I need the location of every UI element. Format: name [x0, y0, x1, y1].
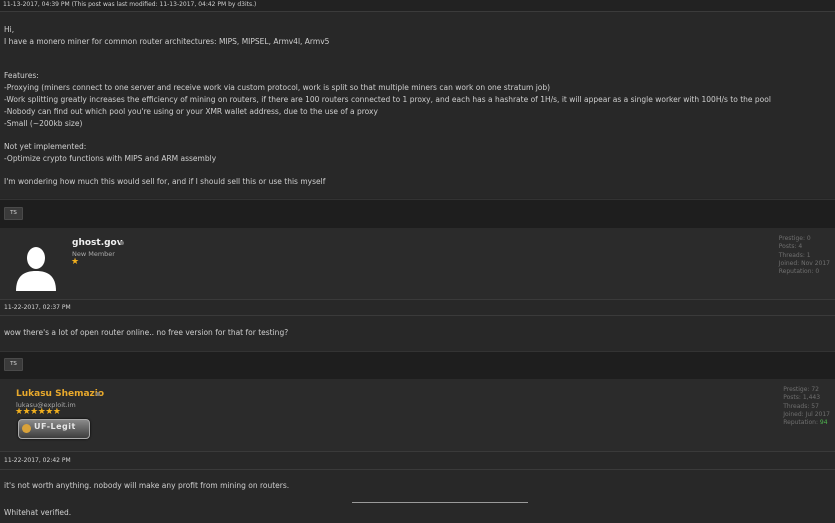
stat-joined: Joined: Nov 2017: [778, 259, 830, 267]
post-line: Features:: [4, 71, 39, 80]
stat-posts: Posts: 1,443: [783, 394, 821, 402]
stat-joined: Joined: Jul 2017: [783, 410, 830, 418]
post-line: I'm wondering how much this would sell f…: [4, 177, 326, 186]
stat-prestige: Prestige: 72: [783, 386, 819, 393]
post-actions-bar: [0, 199, 835, 229]
post-line: Hi,: [4, 25, 15, 34]
username[interactable]: Lukasu Shemazio: [16, 389, 104, 399]
post-line: Not yet implemented:: [4, 142, 87, 151]
post-actions-bar: [0, 351, 835, 380]
username[interactable]: ghost.gov: [72, 238, 123, 248]
post-line: I have a monero miner for common router …: [4, 37, 330, 46]
edit-notice: 11-13-2017, 04:39 PM (This post was last…: [3, 1, 257, 8]
rank-star-icon: ★: [71, 257, 80, 267]
post-line: -Proxying (miners connect to one server …: [4, 83, 551, 92]
stat-posts: Posts: 4: [778, 243, 803, 251]
signature-text: Whitehat verified.: [4, 508, 72, 517]
stat-prestige: Prestige: 0: [778, 235, 811, 242]
reputation-label: Reputation:: [783, 419, 820, 427]
default-avatar-icon[interactable]: [14, 243, 58, 291]
stat-reputation: Reputation: 94: [783, 419, 830, 427]
post-line: -Work splitting greatly increases the ef…: [4, 95, 771, 104]
post-text: it's not worth anything. nobody will mak…: [4, 481, 290, 490]
coin-icon: [22, 424, 31, 433]
edit-notice-bar: 11-13-2017, 04:39 PM (This post was last…: [0, 0, 835, 12]
stat-threads: Threads: 1: [778, 251, 811, 259]
author-panel: [0, 379, 835, 451]
post-header: [0, 299, 835, 316]
post-date: 11-22-2017, 02:37 PM: [4, 304, 71, 311]
author-panel: [0, 228, 835, 300]
post-line: -Small (~200kb size): [4, 119, 83, 128]
post-date: 11-22-2017, 02:42 PM: [4, 457, 71, 464]
award-label: UF-Legit: [34, 422, 76, 431]
post-text: wow there's a lot of open router online.…: [4, 328, 289, 337]
offline-status-icon: [96, 392, 100, 396]
rank-stars-icon: ★★★★★★: [15, 407, 61, 417]
stat-reputation: Reputation: 0: [778, 268, 820, 276]
signature-divider: [352, 502, 528, 503]
offline-status-icon: [120, 241, 124, 245]
reputation-value: 94: [819, 419, 828, 427]
ts-button[interactable]: TS: [4, 207, 23, 220]
post-line: -Nobody can find out which pool you're u…: [4, 107, 378, 116]
post-line: -Optimize crypto functions with MIPS and…: [4, 154, 217, 163]
user-stats: Prestige: 0 Posts: 4 Threads: 1 Joined: …: [779, 235, 830, 276]
post-header: [0, 451, 835, 470]
award-badge[interactable]: UF-Legit: [18, 419, 90, 439]
post-body: [0, 469, 835, 523]
user-stats: Prestige: 72 Posts: 1,443 Threads: 57 Jo…: [783, 386, 830, 427]
stat-threads: Threads: 57: [783, 402, 819, 410]
ts-button[interactable]: TS: [4, 358, 23, 371]
